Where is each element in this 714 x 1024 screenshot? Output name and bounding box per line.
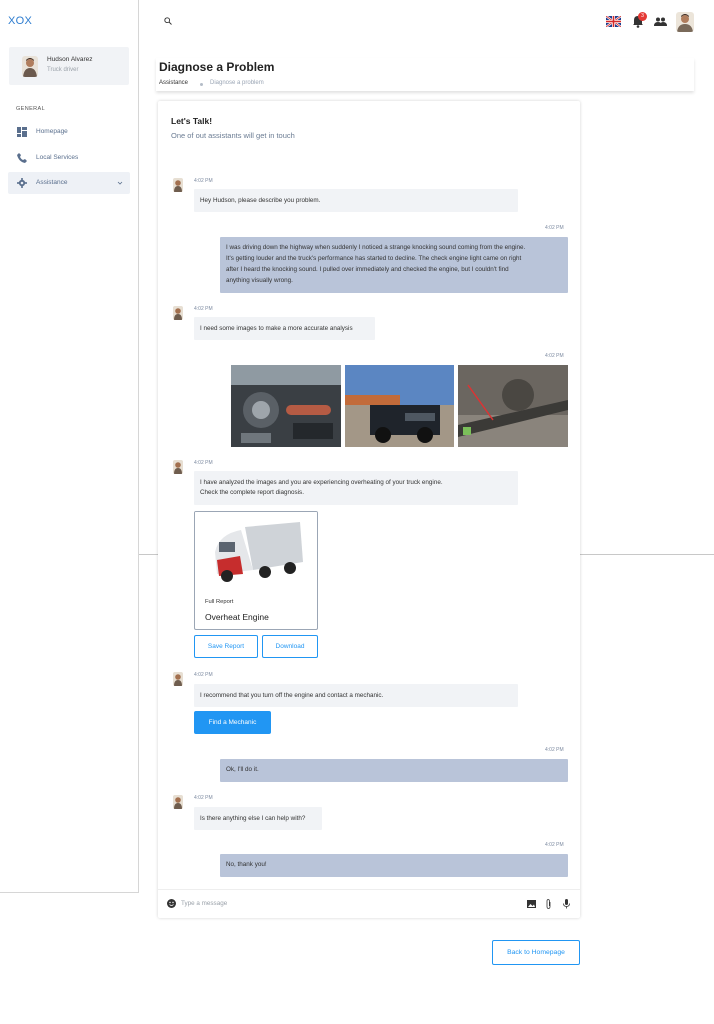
- people-icon[interactable]: [654, 17, 667, 26]
- agent-message: Is there anything else I can help with?: [194, 807, 322, 830]
- message-time: 4:02 PM: [545, 353, 564, 359]
- message-line: anything visually wrong.: [226, 277, 293, 284]
- avatar: [173, 795, 183, 809]
- back-to-homepage-button[interactable]: Back to Homepage: [492, 940, 580, 965]
- avatar[interactable]: [676, 12, 694, 32]
- message-time: 4:02 PM: [194, 460, 213, 466]
- dashboard-icon: [17, 127, 27, 137]
- avatar: [173, 672, 183, 686]
- chassis-photo[interactable]: [458, 365, 568, 447]
- user-message: I was driving down the highway when sudd…: [220, 237, 568, 293]
- sidebar: XOX Hudson Alvarez Truck driver GENERAL …: [0, 0, 139, 893]
- phone-icon: [17, 153, 27, 163]
- avatar: [173, 306, 183, 320]
- sidebar-section-label: GENERAL: [16, 106, 46, 112]
- message-line: I was driving down the highway when sudd…: [226, 244, 526, 251]
- agent-message: I have analyzed the images and you are e…: [194, 471, 518, 505]
- notification-badge: 3: [638, 12, 647, 21]
- chat-panel: Let's Talk! One of out assistants will g…: [158, 101, 580, 918]
- sidebar-item-homepage[interactable]: Homepage: [8, 121, 130, 143]
- sidebar-item-label: Homepage: [36, 128, 68, 135]
- message-time: 4:02 PM: [545, 747, 564, 753]
- chevron-down-icon: [117, 181, 123, 185]
- message-time: 4:02 PM: [545, 842, 564, 848]
- avatar: [173, 460, 183, 474]
- download-button[interactable]: Download: [262, 635, 318, 658]
- uk-flag-icon[interactable]: [606, 16, 621, 27]
- message-line: I have analyzed the images and you are e…: [200, 479, 443, 486]
- microphone-icon[interactable]: [562, 899, 571, 909]
- user-message: No, thank you!: [220, 854, 568, 877]
- truck-image: [195, 512, 317, 589]
- sidebar-item-assistance[interactable]: Assistance: [8, 172, 130, 194]
- message-line: It's getting louder and the truck's perf…: [226, 255, 522, 262]
- sidebar-item-label: Assistance: [36, 179, 68, 186]
- engine-photo[interactable]: [231, 365, 341, 447]
- user-message: Ok, I'll do it.: [220, 759, 568, 782]
- page: XOX Hudson Alvarez Truck driver GENERAL …: [0, 0, 714, 1024]
- user-role: Truck driver: [47, 67, 79, 73]
- chat-title: Let's Talk!: [171, 116, 213, 126]
- sidebar-item-label: Local Services: [36, 154, 79, 161]
- brand-logo[interactable]: XOX: [8, 15, 32, 27]
- message-line: Check the complete report diagnosis.: [200, 489, 304, 496]
- message-time: 4:02 PM: [194, 306, 213, 312]
- gear-icon: [17, 178, 27, 188]
- report-title: Overheat Engine: [205, 612, 269, 622]
- report-kicker: Full Report: [205, 599, 234, 605]
- image-icon[interactable]: [527, 899, 536, 909]
- sidebar-item-local-services[interactable]: Local Services: [8, 147, 130, 169]
- message-time: 4:02 PM: [194, 178, 213, 184]
- message-line: after I heard the knocking sound. I pull…: [226, 266, 509, 273]
- agent-message: I need some images to make a more accura…: [194, 317, 375, 340]
- truck-photo[interactable]: [345, 365, 454, 447]
- search-icon[interactable]: [164, 17, 172, 25]
- attachment-icon[interactable]: [544, 899, 553, 909]
- find-mechanic-button[interactable]: Find a Mechanic: [194, 711, 271, 734]
- message-composer: Type a message: [158, 889, 580, 918]
- chat-subtitle: One of out assistants will get in touch: [171, 131, 295, 140]
- emoji-icon[interactable]: [167, 899, 176, 908]
- page-header: Diagnose a Problem Assistance Diagnose a…: [156, 58, 694, 91]
- agent-message: Hey Hudson, please describe you problem.: [194, 189, 518, 212]
- agent-message: I recommend that you turn off the engine…: [194, 684, 518, 707]
- save-report-button[interactable]: Save Report: [194, 635, 258, 658]
- user-name: Hudson Alvarez: [47, 56, 93, 63]
- avatar: [22, 56, 38, 77]
- breadcrumb-item: Diagnose a problem: [210, 80, 264, 86]
- report-card[interactable]: Full Report Overheat Engine: [194, 511, 318, 630]
- message-input[interactable]: Type a message: [181, 900, 227, 907]
- breadcrumb-item[interactable]: Assistance: [159, 80, 188, 86]
- avatar: [173, 178, 183, 192]
- message-time: 4:02 PM: [545, 225, 564, 231]
- message-time: 4:02 PM: [194, 672, 213, 678]
- user-card[interactable]: Hudson Alvarez Truck driver: [9, 47, 129, 85]
- breadcrumb-separator: [200, 83, 203, 86]
- message-time: 4:02 PM: [194, 795, 213, 801]
- page-title: Diagnose a Problem: [159, 60, 275, 74]
